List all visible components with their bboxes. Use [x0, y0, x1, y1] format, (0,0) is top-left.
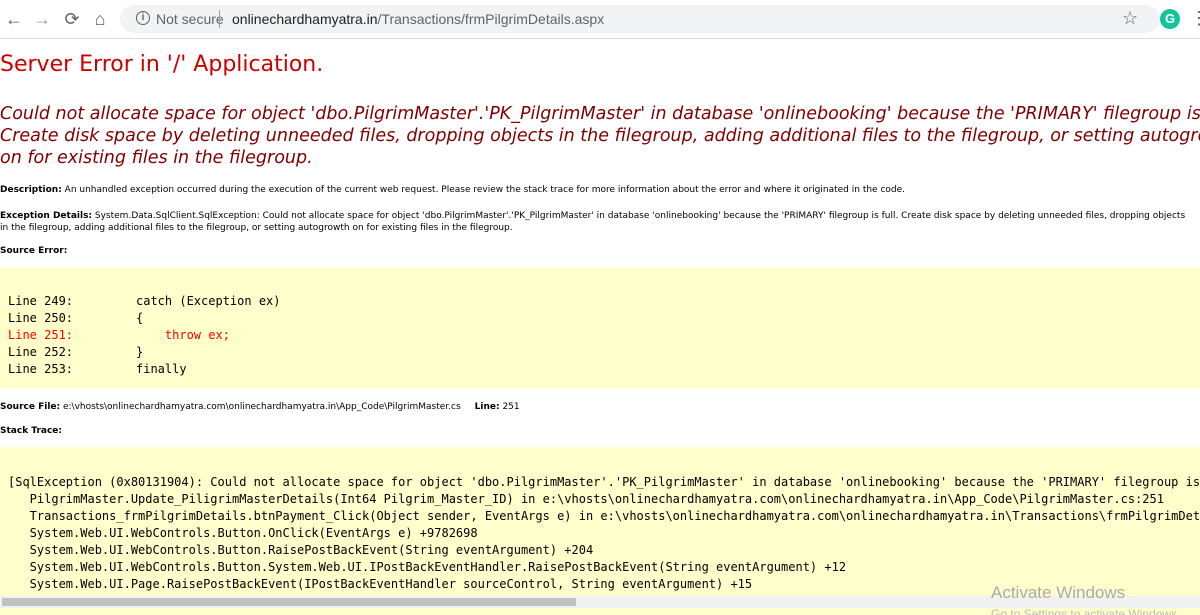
url-text[interactable]: onlinechardhamyatra.in/Transactions/frmP…: [232, 11, 604, 27]
stack-trace-label: Stack Trace:: [0, 426, 63, 436]
line-label: Line 253:: [8, 362, 74, 376]
bookmark-star-icon[interactable]: ☆: [1122, 8, 1138, 29]
error-message-line: Create disk space by deleting unneeded f…: [0, 126, 1200, 146]
exception-text-line2: in the filegroup, adding additional file…: [0, 223, 513, 233]
menu-icon[interactable]: ⋮: [1190, 8, 1200, 29]
stack-line: [SqlException (0x80131904): Could not al…: [8, 475, 1200, 489]
code-line: {: [136, 311, 144, 325]
activate-windows-subtitle: Go to Settings to activate Windows.: [991, 607, 1181, 615]
code-line: }: [136, 345, 144, 359]
code-line: finally: [136, 362, 187, 376]
stack-line: PilgrimMaster.Update_PiligrimMasterDetai…: [8, 492, 1164, 506]
info-icon[interactable]: i: [136, 11, 150, 25]
line-label: Line 249:: [8, 294, 74, 308]
description-label: Description:: [0, 185, 62, 195]
activate-windows-title: Activate Windows: [991, 583, 1126, 602]
description-text: An unhandled exception occurred during t…: [61, 185, 906, 195]
exception-text: System.Data.SqlClient.SqlException: Coul…: [92, 211, 1186, 221]
code-text: catch (Exception ex) { throw ex;} finally: [136, 293, 281, 378]
source-error-label: Source Error:: [0, 246, 68, 256]
line-number-value: 251: [499, 402, 520, 412]
line-number-label: Line:: [474, 402, 500, 412]
code-line-numbers: Line 249: Line 250: Line 251: Line 252: Line…: [8, 293, 73, 378]
grammarly-extension-icon[interactable]: G: [1160, 9, 1180, 29]
stack-line: Transactions_frmPilgrimDetails.btnPaymen…: [8, 509, 1200, 523]
error-message-line: Could not allocate space for object 'dbo…: [0, 104, 1200, 124]
forward-arrow-icon[interactable]: →: [32, 9, 52, 29]
exception-label: Exception Details:: [0, 211, 93, 221]
address-bar[interactable]: i Not secure onlinechardhamyatra.in/Tran…: [120, 5, 1160, 33]
back-arrow-icon[interactable]: ←: [4, 9, 24, 29]
stack-line: System.Web.UI.WebControls.Button.OnClick…: [8, 526, 478, 540]
code-line: catch (Exception ex): [136, 294, 281, 308]
stack-line: System.Web.UI.WebControls.Button.System.…: [8, 560, 847, 574]
url-host: onlinechardhamyatra.in: [232, 11, 378, 27]
home-icon[interactable]: ⌂: [90, 9, 110, 29]
url-path: /Transactions/frmPilgrimDetails.aspx: [377, 11, 605, 27]
error-message: Could not allocate space for object 'dbo…: [0, 103, 1200, 169]
line-label: Line 252:: [8, 345, 74, 359]
description: Description: An unhandled exception occu…: [0, 185, 905, 195]
source-file: Source File: e:\vhosts\onlinechardhamyat…: [0, 402, 520, 412]
error-message-line: on for existing files in the filegroup.: [0, 148, 313, 168]
source-file-path: e:\vhosts\onlinechardhamyatra.com\online…: [60, 402, 461, 412]
exception-details-line: Exception Details: System.Data.SqlClient…: [0, 210, 1185, 222]
source-code-box: Line 249: Line 250: Line 251: Line 252: Line…: [0, 268, 1200, 388]
stack-trace-text: [SqlException (0x80131904): Could not al…: [8, 474, 1200, 593]
scrollbar-thumb[interactable]: [2, 598, 576, 606]
reload-icon[interactable]: ⟳: [62, 9, 82, 29]
code-line-error: throw ex;: [136, 328, 230, 342]
page-content: Server Error in '/' Application. Could n…: [0, 39, 1200, 615]
line-label-error: Line 251:: [8, 328, 74, 342]
error-title: Server Error in '/' Application.: [0, 52, 324, 77]
exception-details: Exception Details: System.Data.SqlClient…: [0, 210, 1185, 234]
source-file-label: Source File:: [0, 402, 61, 412]
url-separator: [219, 10, 220, 28]
browser-toolbar: ← → ⟳ ⌂ i Not secure onlinechardhamyatra…: [0, 0, 1200, 39]
stack-line: System.Web.UI.WebControls.Button.RaisePo…: [8, 543, 594, 557]
security-label[interactable]: Not secure: [156, 11, 224, 27]
line-label: Line 250:: [8, 311, 74, 325]
